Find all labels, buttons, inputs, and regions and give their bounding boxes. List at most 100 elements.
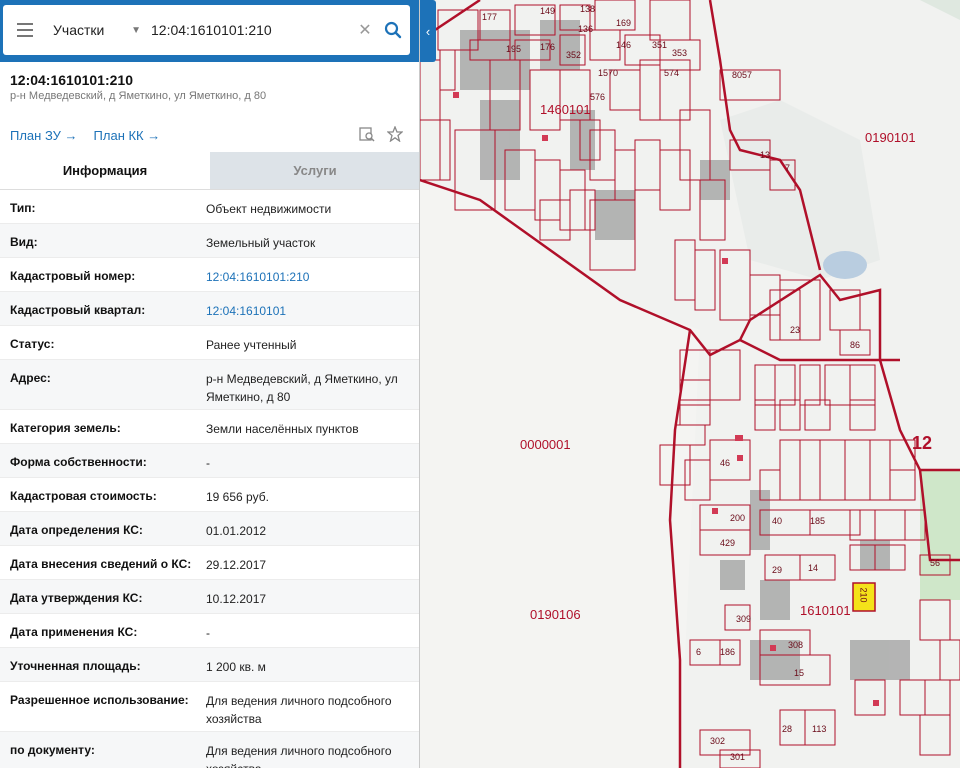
parcel-number: 7 — [785, 163, 791, 173]
parcel-number: 13 — [760, 150, 771, 160]
object-info-panel: Участки ▼ 12:04:1610101:210 ✕ 12:04:1610… — [0, 0, 420, 768]
clear-search-button[interactable]: ✕ — [354, 20, 376, 40]
info-value: Объект недвижимости — [206, 202, 332, 216]
info-row: Кадастровый номер: 12:04:1610101:210 — [0, 258, 419, 292]
object-actions — [359, 126, 403, 142]
info-row: Дата применения КС: - — [0, 614, 419, 648]
search-button[interactable] — [376, 5, 410, 55]
info-value: Земли населённых пунктов — [206, 422, 359, 436]
tab-information[interactable]: Информация — [0, 152, 210, 189]
parcel-number: 14 — [808, 563, 819, 573]
parcel-number: 576 — [590, 92, 606, 102]
plan-kk-link[interactable]: План КК → — [94, 128, 161, 143]
info-value: Для ведения личного подсобного хозяйства — [206, 744, 392, 768]
object-address: р-н Медведевский, д Яметкино, ул Яметкин… — [10, 90, 267, 102]
cadastral-map[interactable]: 1460101 0190101 0000001 0190106 1610101 … — [420, 0, 960, 768]
info-value: 1 200 кв. м — [206, 660, 266, 674]
plan-links: План ЗУ → План КК → — [10, 128, 160, 143]
parcel-number: 86 — [850, 340, 861, 350]
search-box: Участки ▼ 12:04:1610101:210 ✕ — [3, 5, 410, 55]
info-key: Уточненная площадь: — [10, 659, 141, 673]
info-value: 01.01.2012 — [206, 524, 267, 538]
info-key: Дата утверждения КС: — [10, 591, 143, 605]
layer-select[interactable]: Участки ▼ — [47, 5, 147, 55]
info-row: Кадастровый квартал: 12:04:1610101 — [0, 292, 419, 326]
quarter-label: 0000001 — [520, 437, 571, 452]
search-input[interactable]: 12:04:1610101:210 — [147, 22, 354, 38]
parcel-number: 146 — [616, 40, 632, 50]
info-row: Форма собственности: - — [0, 444, 419, 478]
parcel-number: 23 — [790, 325, 801, 335]
parcel-number: 353 — [672, 48, 688, 58]
quarter-label: 1460101 — [540, 102, 591, 117]
info-key: Адрес: — [10, 371, 51, 385]
info-row: Адрес: р-н Медведевский, д Яметкино, ул Я… — [0, 360, 419, 410]
parcel-number: 8057 — [732, 70, 753, 80]
info-key: Дата применения КС: — [10, 625, 138, 639]
info-table: Тип: Объект недвижимости Вид: Земельный уч… — [0, 190, 419, 768]
info-value: 29.12.2017 — [206, 558, 267, 572]
parcel-number: 177 — [482, 12, 498, 22]
parcel-number: 6 — [696, 647, 702, 657]
info-key: Вид: — [10, 235, 38, 249]
parcel-number: 169 — [616, 18, 632, 28]
info-row: Вид: Земельный участок — [0, 224, 419, 258]
quarter-label: 0190101 — [865, 130, 916, 145]
parcel-number: 309 — [736, 614, 752, 624]
district-label: 12 — [912, 433, 933, 453]
parcel-number: 138 — [580, 4, 596, 14]
parcel-number: 113 — [812, 724, 827, 734]
info-value: Ранее учтенный — [206, 338, 297, 352]
parcel-number: 429 — [720, 538, 736, 548]
info-key: Кадастровый номер: — [10, 269, 136, 283]
selected-parcel-label: 210 — [858, 587, 869, 603]
info-row: Тип: Объект недвижимости — [0, 190, 419, 224]
info-key: Кадастровая стоимость: — [10, 489, 157, 503]
info-key: Категория земель: — [10, 421, 121, 435]
parcel-number: 574 — [664, 68, 680, 78]
parcel-number: 302 — [710, 736, 726, 746]
parcel-number: 29 — [772, 565, 783, 575]
menu-icon[interactable] — [3, 5, 47, 55]
parcel-number: 176 — [540, 42, 556, 52]
parcel-number: 185 — [810, 516, 826, 526]
parcel-number: 308 — [788, 640, 804, 650]
parcel-number: 46 — [720, 458, 731, 468]
info-row: Дата внесения сведений о КС: 29.12.2017 — [0, 546, 419, 580]
info-key: по документу: — [10, 743, 95, 757]
info-key: Дата внесения сведений о КС: — [10, 557, 192, 571]
info-value: - — [206, 456, 210, 470]
object-number: 12:04:1610101:210 — [10, 72, 133, 88]
info-value: Для ведения личного подсобного хозяйства — [206, 694, 392, 726]
parcel-number: 28 — [782, 724, 793, 734]
parcel-number: 186 — [720, 647, 736, 657]
parcel-number: 149 — [540, 6, 556, 16]
parcel-number: 352 — [566, 50, 582, 60]
info-key: Тип: — [10, 201, 36, 215]
parcel-number: 15 — [794, 668, 805, 678]
favorite-star-icon[interactable] — [387, 126, 403, 142]
parcel-number: 40 — [772, 516, 783, 526]
parcel-number: 56 — [930, 558, 941, 568]
zoom-to-object-icon[interactable] — [359, 126, 375, 142]
map-canvas[interactable] — [420, 0, 960, 768]
parcel-number: 1570 — [598, 68, 619, 78]
info-key: Кадастровый квартал: — [10, 303, 146, 317]
cadastral-quarter-link[interactable]: 12:04:1610101 — [206, 292, 410, 325]
info-key: Форма собственности: — [10, 455, 147, 469]
info-value: - — [206, 626, 210, 640]
info-value: 19 656 руб. — [206, 490, 269, 504]
plan-zu-link[interactable]: План ЗУ → — [10, 128, 78, 143]
layer-select-value: Участки — [53, 22, 105, 38]
parcel-number: 195 — [506, 44, 522, 54]
panel-tabs: Информация Услуги — [0, 152, 419, 190]
quarter-label: 1610101 — [800, 603, 851, 618]
info-row: Кадастровая стоимость: 19 656 руб. — [0, 478, 419, 512]
tab-services[interactable]: Услуги — [210, 152, 419, 189]
info-row: по документу: Для ведения личного подсобн… — [0, 732, 419, 768]
info-key: Статус: — [10, 337, 55, 351]
cadastral-number-link[interactable]: 12:04:1610101:210 — [206, 258, 410, 291]
collapse-panel-button[interactable]: ‹ — [420, 0, 436, 62]
info-row: Разрешенное использование: Для ведения ли… — [0, 682, 419, 732]
parcel-number: 200 — [730, 513, 746, 523]
